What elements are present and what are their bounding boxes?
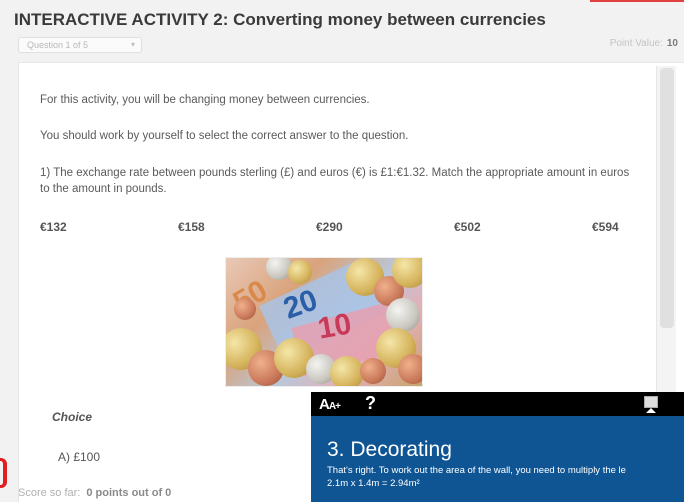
notes-icon[interactable] <box>642 396 660 413</box>
point-value-number: 10 <box>666 38 678 49</box>
euro-amounts: €132 €158 €290 €502 €594 <box>40 220 640 236</box>
point-value: Point Value: 10 <box>610 38 678 49</box>
font-size-icon[interactable]: AA+ <box>319 396 341 413</box>
top-accent-line <box>590 0 684 5</box>
choice-column-header: Choice <box>52 410 93 424</box>
overlay-calculation: 2.1m x 1.4m = 2.94m² <box>327 478 420 489</box>
help-icon[interactable]: ? <box>365 393 376 414</box>
question-toolbar: Question 1 of 5 ▾ Point Value: 10 <box>14 34 684 56</box>
font-size-plus: A+ <box>328 401 341 412</box>
question-selector-label: Question 1 of 5 <box>27 40 89 50</box>
intro-text: For this activity, you will be changing … <box>40 94 370 106</box>
euro-amount-option[interactable]: €502 <box>454 220 481 234</box>
font-size-letter: A <box>319 396 330 413</box>
score-value: 0 points out of 0 <box>86 487 172 499</box>
note-number: 10 <box>315 307 354 346</box>
question-text: 1) The exchange rate between pounds ster… <box>40 167 630 195</box>
overlay-toolbar: AA+ ? <box>311 392 684 416</box>
overlay-feedback-text: That's right. To work out the area of th… <box>327 465 626 476</box>
score-summary: Score so far: 0 points out of 0 <box>18 487 171 499</box>
scrollbar-thumb[interactable] <box>660 68 674 328</box>
point-value-label: Point Value: <box>609 38 663 49</box>
page-title: INTERACTIVE ACTIVITY 2: Converting money… <box>14 10 546 29</box>
instruction-text: You should work by yourself to select th… <box>40 130 409 142</box>
euro-amount-option[interactable]: €132 <box>40 220 67 234</box>
euro-amount-option[interactable]: €158 <box>178 220 205 234</box>
overlay-heading: 3. Decorating <box>327 438 452 461</box>
coins-and-notes-image: 50 20 10 <box>226 258 422 386</box>
choice-option-a[interactable]: A) £100 <box>58 450 100 464</box>
feedback-overlay: AA+ ? 3. Decorating That's right. To wor… <box>311 392 684 502</box>
caret-down-icon: ▾ <box>130 40 135 49</box>
score-label: Score so far: <box>18 487 81 499</box>
red-bracket-mark <box>0 458 7 488</box>
euro-amount-option[interactable]: €290 <box>316 220 343 234</box>
question-selector[interactable]: Question 1 of 5 ▾ <box>18 37 142 53</box>
euro-amount-option[interactable]: €594 <box>592 220 619 234</box>
